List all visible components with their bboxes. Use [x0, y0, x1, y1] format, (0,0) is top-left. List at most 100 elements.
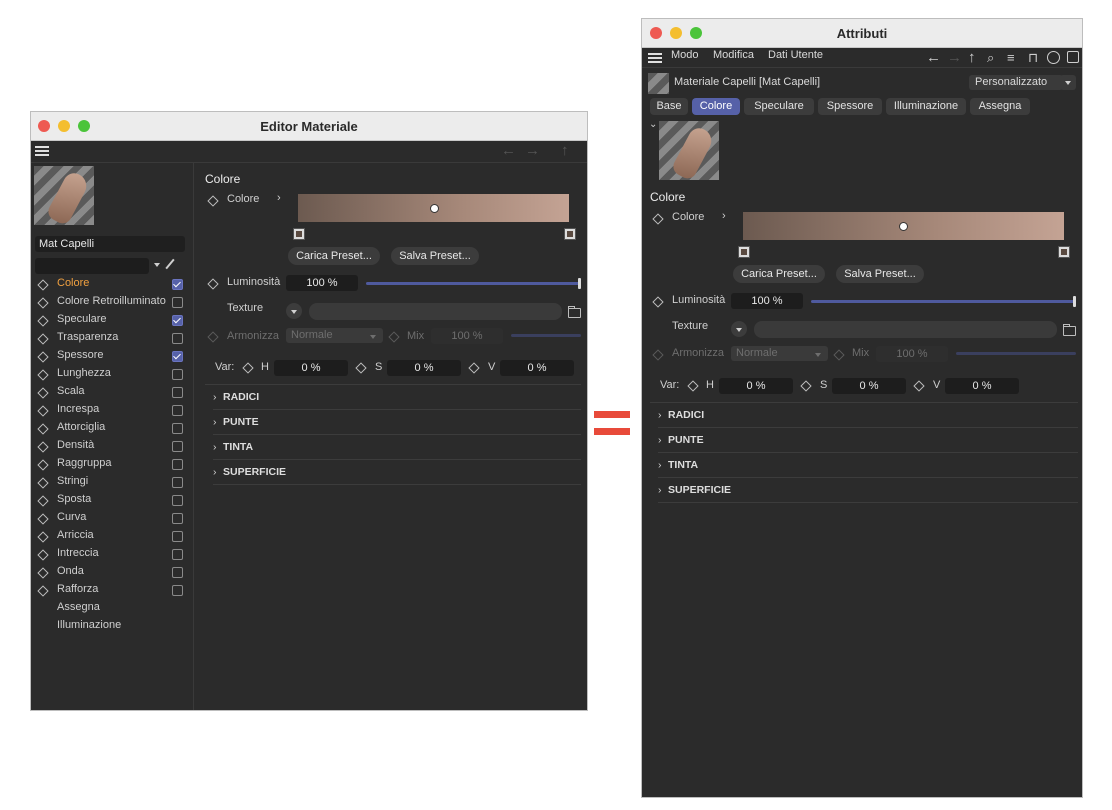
channel-checkbox[interactable] [172, 459, 183, 470]
save-preset-button[interactable]: Salva Preset... [391, 247, 479, 265]
forward-arrow-icon[interactable]: → [947, 50, 962, 65]
menu-item-dati-utente[interactable]: Dati Utente [768, 49, 823, 61]
expand-chevron-icon[interactable]: › [722, 210, 726, 222]
color-keyframe-icon[interactable] [652, 213, 664, 225]
load-preset-button[interactable]: Carica Preset... [733, 265, 825, 283]
brightness-slider-handle[interactable] [578, 278, 581, 289]
channel-keyframe-icon[interactable] [37, 585, 49, 597]
texture-slot[interactable] [309, 303, 562, 320]
chevron-right-icon[interactable]: › [213, 435, 223, 459]
channel-item[interactable]: Lunghezza [31, 366, 191, 382]
texture-dropdown-button[interactable] [286, 303, 302, 319]
channel-keyframe-icon[interactable] [37, 531, 49, 543]
h-keyframe-icon[interactable] [687, 380, 699, 392]
channel-checkbox[interactable] [172, 441, 183, 452]
brightness-slider[interactable] [811, 300, 1075, 303]
texture-slot[interactable] [754, 321, 1057, 338]
channel-checkbox[interactable] [172, 549, 183, 560]
s-field[interactable]: 0 % [387, 360, 461, 376]
menu-icon[interactable] [648, 53, 662, 63]
tab-assegna[interactable]: Assegna [970, 98, 1030, 115]
section-punte[interactable]: › PUNTE [658, 428, 1078, 453]
channel-keyframe-icon[interactable] [37, 459, 49, 471]
channel-keyframe-icon[interactable] [37, 387, 49, 399]
brightness-field[interactable]: 100 % [731, 293, 803, 309]
load-preset-button[interactable]: Carica Preset... [288, 247, 380, 265]
channel-checkbox[interactable] [172, 495, 183, 506]
expand-chevron-icon[interactable]: › [277, 192, 281, 204]
channel-item[interactable]: Speculare [31, 312, 191, 328]
tab-spessore[interactable]: Spessore [818, 98, 882, 115]
channel-checkbox[interactable] [172, 513, 183, 524]
channel-item[interactable]: Trasparenza [31, 330, 191, 346]
channel-checkbox[interactable] [172, 279, 183, 290]
up-arrow-icon[interactable]: ↑ [968, 50, 976, 65]
s-field[interactable]: 0 % [832, 378, 906, 394]
filter-icon[interactable]: ≡ [1007, 50, 1015, 65]
brightness-keyframe-icon[interactable] [652, 296, 664, 308]
channel-item[interactable]: Colore Retroilluminato [31, 294, 191, 310]
channel-item[interactable]: Onda [31, 564, 191, 580]
color-keyframe-icon[interactable] [207, 195, 219, 207]
v-keyframe-icon[interactable] [468, 362, 480, 374]
channel-keyframe-icon[interactable] [37, 495, 49, 507]
channel-item[interactable]: Rafforza [31, 582, 191, 598]
channel-checkbox[interactable] [172, 387, 183, 398]
brightness-field[interactable]: 100 % [286, 275, 358, 291]
chevron-right-icon[interactable]: › [213, 385, 223, 409]
tab-base[interactable]: Base [650, 98, 688, 115]
v-field[interactable]: 0 % [500, 360, 574, 376]
material-name-field[interactable]: Mat Capelli [35, 236, 185, 252]
channel-keyframe-icon[interactable] [37, 333, 49, 345]
channel-keyframe-icon[interactable] [37, 477, 49, 489]
section-radici[interactable]: › RADICI [213, 385, 581, 410]
channel-checkbox[interactable] [172, 531, 183, 542]
folder-icon[interactable] [568, 306, 581, 318]
gradient-stop-right[interactable] [1058, 246, 1070, 258]
chevron-right-icon[interactable]: › [213, 410, 223, 434]
channel-keyframe-icon[interactable] [37, 423, 49, 435]
gradient-stop-right[interactable] [564, 228, 576, 240]
channel-item[interactable]: Intreccia [31, 546, 191, 562]
brightness-keyframe-icon[interactable] [207, 278, 219, 290]
mode-dropdown[interactable]: Personalizzato [969, 75, 1063, 90]
h-keyframe-icon[interactable] [242, 362, 254, 374]
channel-checkbox[interactable] [172, 585, 183, 596]
section-superficie[interactable]: › SUPERFICIE [213, 460, 581, 485]
channel-item[interactable]: Stringi [31, 474, 191, 490]
channel-checkbox[interactable] [172, 477, 183, 488]
channel-checkbox[interactable] [172, 423, 183, 434]
brightness-slider[interactable] [366, 282, 580, 285]
title-bar[interactable]: Attributi [642, 19, 1082, 48]
v-keyframe-icon[interactable] [913, 380, 925, 392]
channel-item[interactable]: Raggruppa [31, 456, 191, 472]
menu-item-modifica[interactable]: Modifica [713, 49, 754, 61]
channel-keyframe-icon[interactable] [37, 369, 49, 381]
channel-item[interactable]: Curva [31, 510, 191, 526]
new-window-icon[interactable] [1067, 51, 1079, 63]
channel-keyframe-icon[interactable] [37, 351, 49, 363]
s-keyframe-icon[interactable] [355, 362, 367, 374]
lock-icon[interactable]: ⊓ [1028, 50, 1038, 65]
section-superficie[interactable]: › SUPERFICIE [658, 478, 1078, 503]
s-keyframe-icon[interactable] [800, 380, 812, 392]
channel-checkbox[interactable] [172, 297, 183, 308]
gradient-midpoint-knob[interactable] [899, 222, 908, 231]
channel-checkbox[interactable] [172, 351, 183, 362]
brightness-slider-handle[interactable] [1073, 296, 1076, 307]
gradient-stop-left[interactable] [738, 246, 750, 258]
channel-extra-item[interactable]: Illuminazione [57, 619, 121, 631]
channel-keyframe-icon[interactable] [37, 549, 49, 561]
material-preview-thumbnail[interactable] [34, 166, 94, 225]
chevron-right-icon[interactable]: › [658, 403, 668, 427]
channel-item[interactable]: Densità [31, 438, 191, 454]
target-icon[interactable] [1047, 51, 1060, 64]
tab-speculare[interactable]: Speculare [744, 98, 814, 115]
folder-icon[interactable] [1063, 324, 1076, 336]
channel-checkbox[interactable] [172, 369, 183, 380]
channel-item[interactable]: Increspa [31, 402, 191, 418]
channel-item[interactable]: Attorciglia [31, 420, 191, 436]
channel-keyframe-icon[interactable] [37, 441, 49, 453]
h-field[interactable]: 0 % [719, 378, 793, 394]
back-arrow-icon[interactable]: ← [926, 50, 941, 65]
